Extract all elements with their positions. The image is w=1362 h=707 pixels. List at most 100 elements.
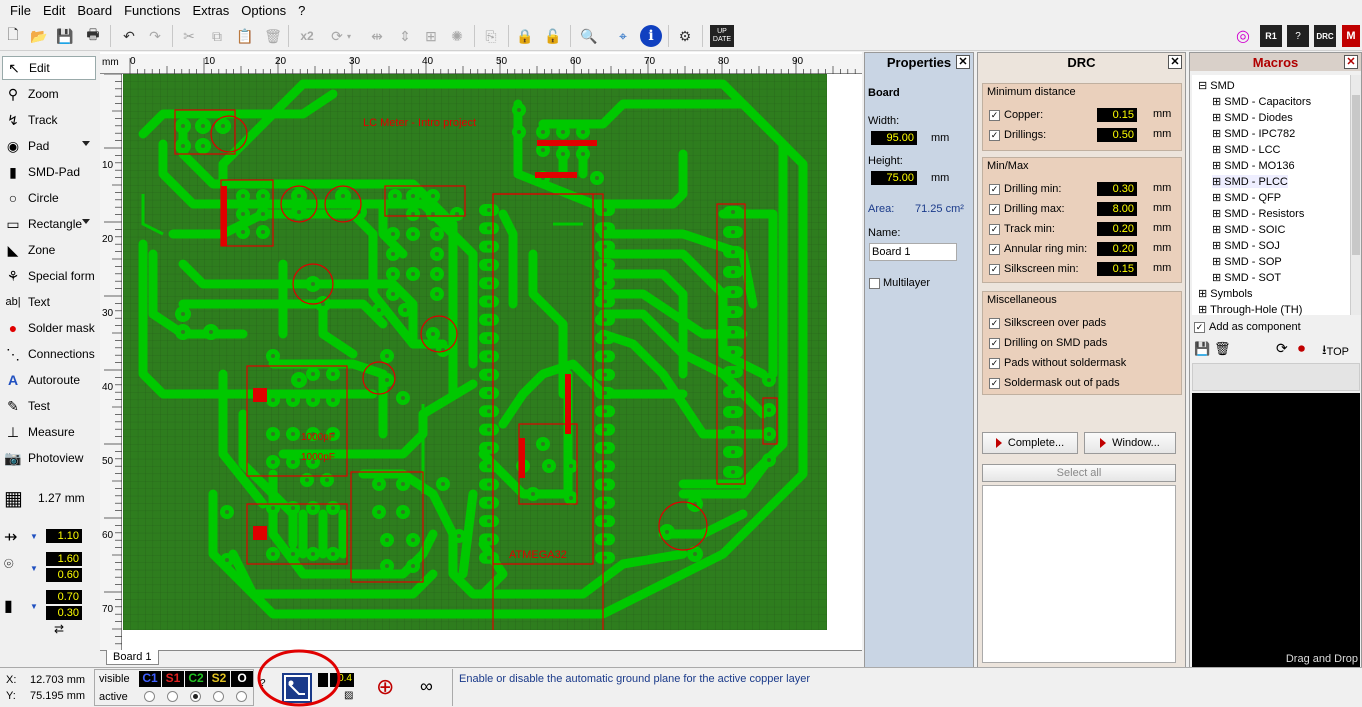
grid-selector[interactable]: ▦ 1.27 mm xyxy=(4,485,102,511)
annular-ring-min-checkbox[interactable]: ✓ Annular ring min: xyxy=(989,242,1087,256)
name-field[interactable]: Board 1 xyxy=(869,243,957,261)
pad-dropdown-icon[interactable] xyxy=(82,141,90,146)
rubberband-icon[interactable]: ∞ xyxy=(420,676,433,697)
tool-test[interactable]: ✎ Test xyxy=(2,394,96,418)
tree-node[interactable]: ⊞ SMD - SOT xyxy=(1212,271,1281,284)
update-icon[interactable]: UP DATE xyxy=(710,25,734,47)
paste-icon[interactable]: 📋 xyxy=(234,25,256,47)
menu-file[interactable]: File xyxy=(4,3,37,18)
window-button[interactable]: Window... xyxy=(1084,432,1176,454)
tree-scrollbar[interactable] xyxy=(1350,75,1361,315)
tool-photoview[interactable]: 📷 Photoview xyxy=(2,446,96,470)
pad-inner-value[interactable]: 0.60 xyxy=(46,568,82,582)
tool-text[interactable]: ab| Text xyxy=(2,290,96,314)
macro-preview[interactable]: Drag and Drop xyxy=(1192,393,1360,667)
layer-o-toggle[interactable]: O xyxy=(231,671,253,687)
tool-solder-mask[interactable]: ● Solder mask xyxy=(2,316,96,340)
track-width-value[interactable]: 1.10 xyxy=(46,529,82,543)
silkscreen-over-pads-checkbox[interactable]: ✓ Silkscreen over pads xyxy=(989,316,1106,330)
tool-circle[interactable]: ○ Circle xyxy=(2,186,96,210)
crosshair-icon[interactable]: ⌖ xyxy=(612,25,634,47)
tree-node[interactable]: ⊞ SMD - SOJ xyxy=(1212,239,1280,252)
tool-special-form[interactable]: ⚘ Special form xyxy=(2,264,96,288)
gear-icon[interactable]: ⚙ xyxy=(674,25,696,47)
layer-c2-radio[interactable] xyxy=(190,691,201,702)
board-canvas[interactable]: mm 0 10 20 30 40 50 60 70 80 90 10 20 30… xyxy=(100,52,862,650)
lock-icon[interactable]: 🔒 xyxy=(514,25,536,47)
close-icon[interactable]: ✕ xyxy=(1168,55,1182,69)
tool-rectangle[interactable]: ▭ Rectangle xyxy=(2,212,96,236)
snap-icon[interactable]: ✺ xyxy=(446,25,468,47)
layer-c2-toggle[interactable]: C2 xyxy=(185,671,207,687)
duplicate-x2-button[interactable]: x2 xyxy=(294,25,320,47)
copper-checkbox[interactable]: ✓ Copper: xyxy=(989,108,1043,122)
mirror-horizontal-icon[interactable]: ⇹ xyxy=(366,25,388,47)
drilling-on-smd-pads-checkbox[interactable]: ✓ Drilling on SMD pads xyxy=(989,336,1107,350)
track-min-checkbox[interactable]: ✓ Track min: xyxy=(989,222,1055,236)
board-tab[interactable]: Board 1 xyxy=(106,650,159,665)
group-icon[interactable]: ⎘ xyxy=(480,25,502,47)
tree-node[interactable]: ⊞ SMD - Diodes xyxy=(1212,111,1293,124)
hatch-icon[interactable]: ▨ xyxy=(344,690,353,701)
drc-icon[interactable]: DRC xyxy=(1314,25,1336,47)
redo-icon[interactable]: ↷ xyxy=(144,25,166,47)
tool-autoroute[interactable]: A Autoroute xyxy=(2,368,96,392)
tree-node[interactable]: ⊞ SMD - Resistors xyxy=(1212,207,1304,220)
tree-node[interactable]: ⊞ SMD - MO136 xyxy=(1212,159,1295,172)
drilling-min-checkbox[interactable]: ✓ Drilling min: xyxy=(989,182,1061,196)
align-icon[interactable]: ⊞ xyxy=(420,25,442,47)
undo-icon[interactable]: ↶ xyxy=(118,25,140,47)
close-icon[interactable]: ✕ xyxy=(1344,55,1358,69)
save-icon[interactable]: 💾 xyxy=(1194,341,1210,357)
top-layer-button[interactable]: ⭳ TOP xyxy=(1322,341,1349,363)
layer-s2-radio[interactable] xyxy=(213,691,224,702)
select-all-button[interactable]: Select all xyxy=(982,464,1176,482)
menu-edit[interactable]: Edit xyxy=(37,3,71,18)
height-field[interactable]: 75.00 xyxy=(871,171,917,185)
menu-board[interactable]: Board xyxy=(71,3,118,18)
menu-functions[interactable]: Functions xyxy=(118,3,186,18)
close-icon[interactable]: ✕ xyxy=(956,55,970,69)
tool-smd-pad[interactable]: ▮ SMD-Pad xyxy=(2,160,96,184)
scrollbar-thumb[interactable] xyxy=(1352,95,1360,255)
tree-node-through-hole[interactable]: ⊞ Through-Hole (TH) xyxy=(1198,303,1302,316)
circle-color-icon[interactable]: ◎ xyxy=(1232,25,1254,47)
tree-node-smd[interactable]: ⊟ SMD xyxy=(1198,79,1235,92)
record-icon[interactable]: ⏺ xyxy=(1298,340,1305,357)
tool-track[interactable]: ↯ Track xyxy=(2,108,96,132)
silkscreen-min-value[interactable]: 0.15 xyxy=(1097,262,1137,276)
track-min-value[interactable]: 0.20 xyxy=(1097,222,1137,236)
new-file-icon[interactable]: 🗋 xyxy=(2,25,24,47)
track-width-dropdown-icon[interactable]: ▼ xyxy=(30,532,38,541)
multilayer-checkbox[interactable]: Multilayer xyxy=(869,277,930,289)
delete-icon[interactable]: 🗑 xyxy=(262,25,284,47)
annular-ring-min-value[interactable]: 0.20 xyxy=(1097,242,1137,256)
tree-node[interactable]: ⊞ SMD - QFP xyxy=(1212,191,1281,204)
drillings-value[interactable]: 0.50 xyxy=(1097,128,1137,142)
menu-options[interactable]: Options xyxy=(235,3,292,18)
tool-zoom[interactable]: ⚲ Zoom xyxy=(2,82,96,106)
tree-node[interactable]: ⊞ SMD - SOIC xyxy=(1212,223,1285,236)
smd-height-value[interactable]: 0.30 xyxy=(46,606,82,620)
r1-icon[interactable]: R1 xyxy=(1260,25,1282,47)
width-field[interactable]: 95.00 xyxy=(871,131,917,145)
open-folder-icon[interactable]: 📂 xyxy=(28,25,50,47)
drilling-min-value[interactable]: 0.30 xyxy=(1097,182,1137,196)
pad-outer-value[interactable]: 1.60 xyxy=(46,552,82,566)
tree-node[interactable]: ⊞ SMD - IPC782 xyxy=(1212,127,1295,140)
add-as-component-checkbox[interactable]: ✓ Add as component xyxy=(1194,321,1301,333)
rotate-dropdown-icon[interactable]: ▾ xyxy=(344,25,354,47)
swap-icon[interactable]: ⇄ xyxy=(54,622,64,636)
pads-without-soldermask-checkbox[interactable]: ✓ Pads without soldermask xyxy=(989,356,1126,370)
menu-extras[interactable]: Extras xyxy=(186,3,235,18)
tool-pad[interactable]: ◉ Pad xyxy=(2,134,96,158)
menu-help[interactable]: ? xyxy=(292,3,311,18)
smd-size-dropdown-icon[interactable]: ▼ xyxy=(30,602,38,611)
layer-s1-radio[interactable] xyxy=(167,691,178,702)
crosshair-target-icon[interactable]: ⊕ xyxy=(376,674,394,700)
tool-zone[interactable]: ◣ Zone xyxy=(2,238,96,262)
complete-button[interactable]: Complete... xyxy=(982,432,1078,454)
help-check-icon[interactable]: ? xyxy=(1287,25,1309,47)
pad-size-dropdown-icon[interactable]: ▼ xyxy=(30,564,38,573)
layer-o-radio[interactable] xyxy=(236,691,247,702)
